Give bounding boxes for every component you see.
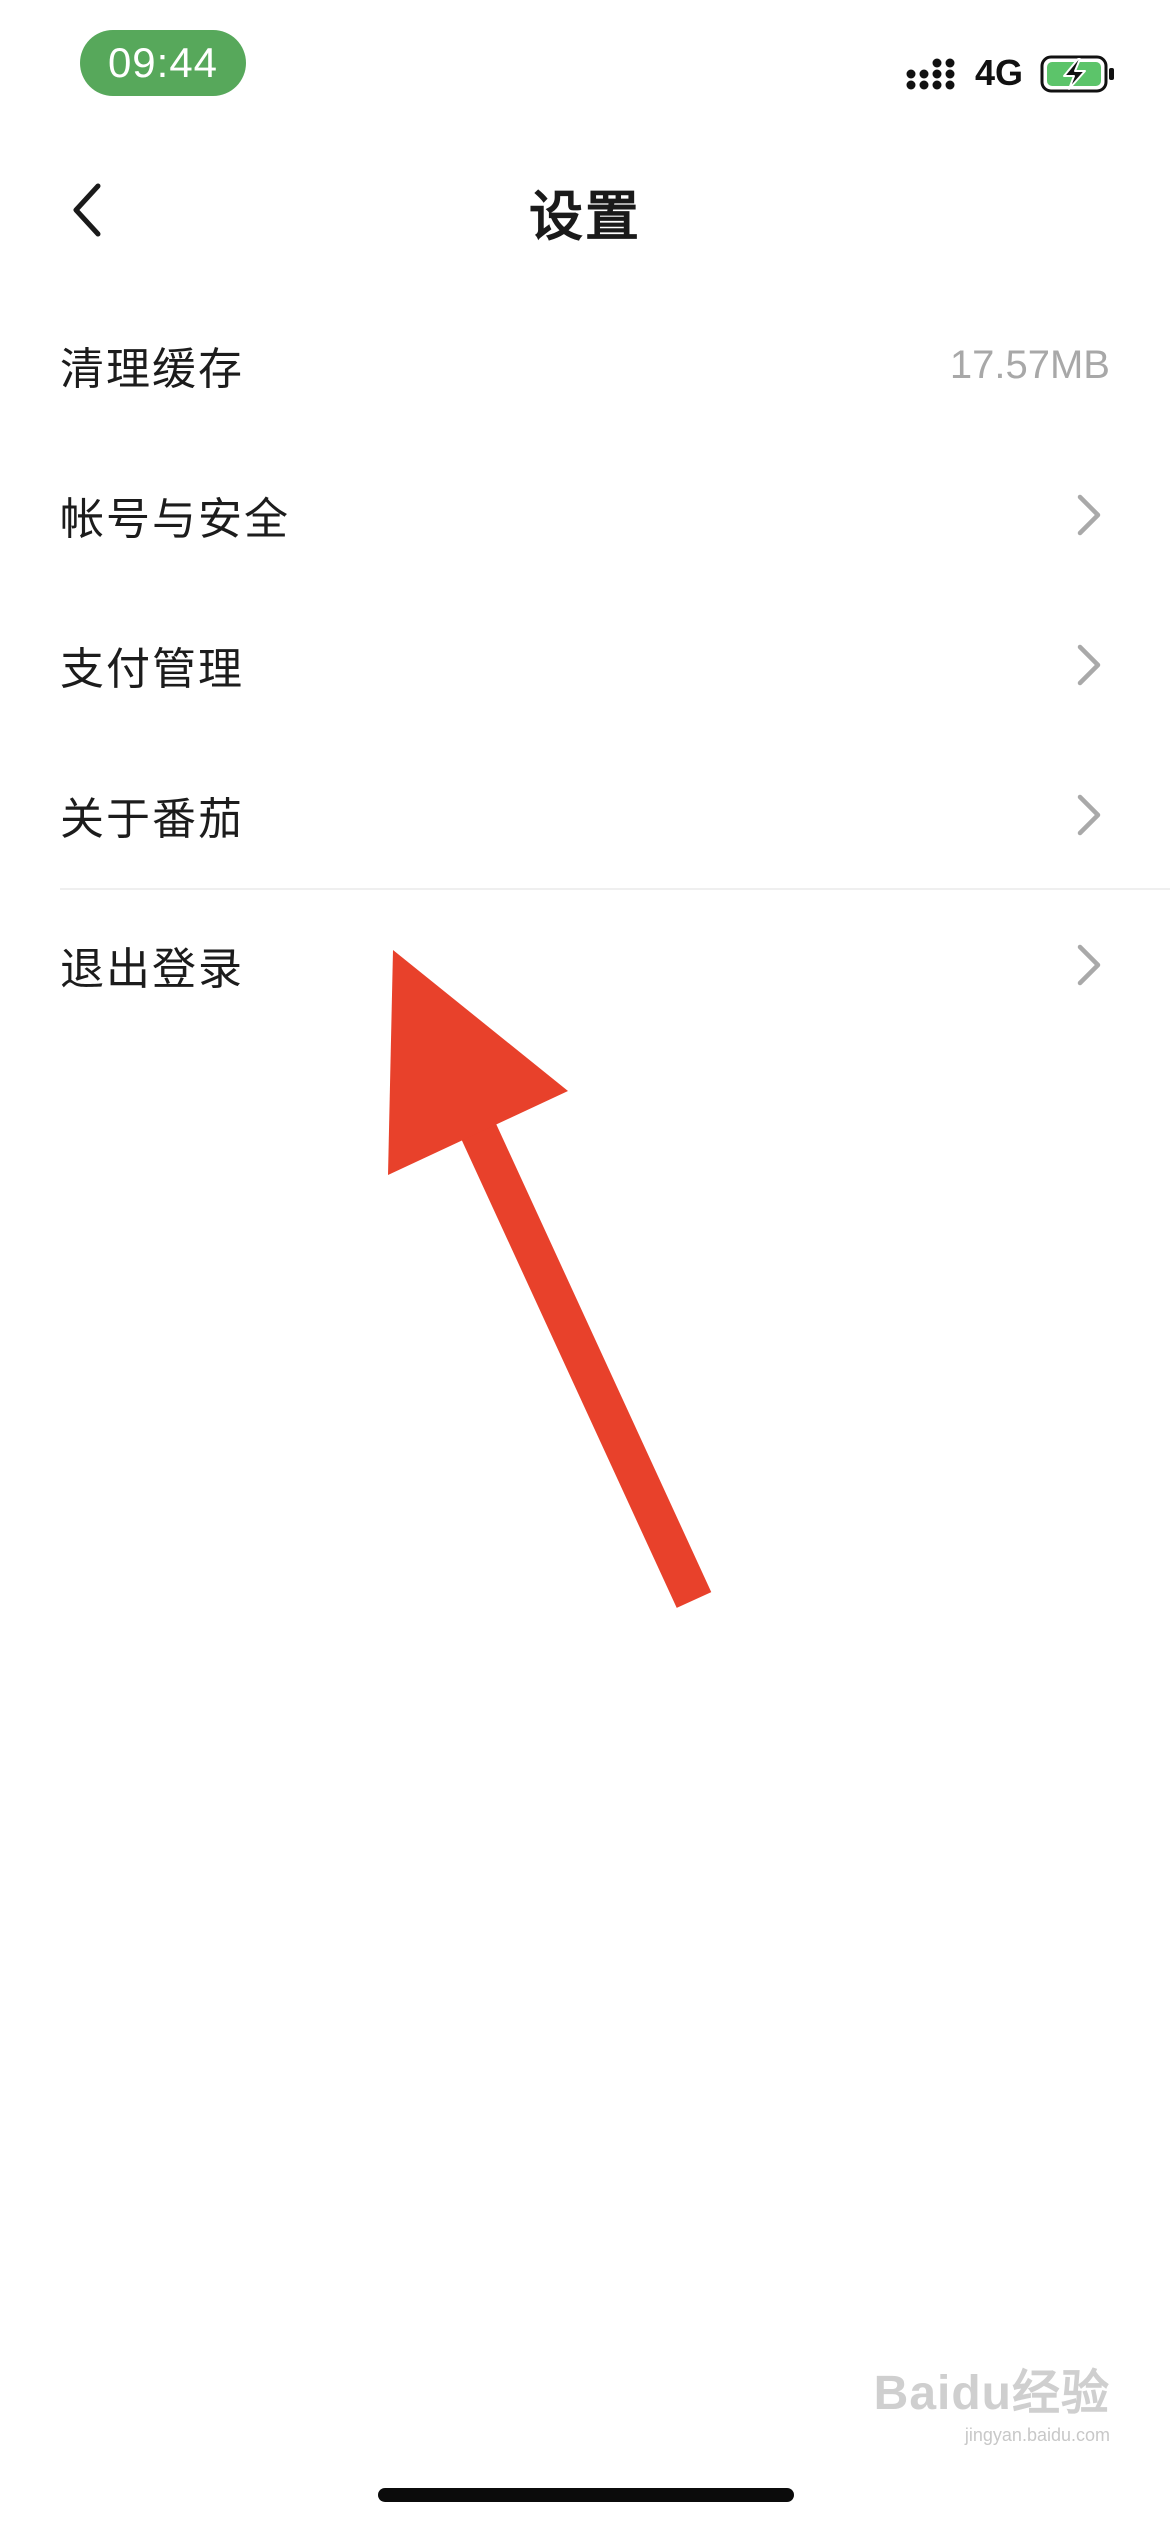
home-indicator[interactable] bbox=[378, 2488, 794, 2502]
status-bar: 09:44 4G bbox=[0, 0, 1170, 140]
settings-item-label: 关于番茄 bbox=[60, 794, 244, 845]
page-title: 设置 bbox=[529, 185, 641, 248]
cache-size-value: 17.57MB bbox=[949, 342, 1110, 387]
watermark-sub-text: jingyan.baidu.com bbox=[964, 2425, 1110, 2445]
signal-icon bbox=[906, 58, 955, 90]
settings-item-label: 清理缓存 bbox=[60, 344, 244, 395]
settings-item-account-security[interactable]: 帐号与安全 bbox=[0, 440, 1170, 590]
chevron-right-icon bbox=[1077, 494, 1101, 536]
chevron-right-icon bbox=[1077, 644, 1101, 686]
watermark-main-text: Baidu经验 bbox=[873, 2367, 1110, 2420]
status-time: 09:44 bbox=[80, 30, 246, 96]
network-type: 4G bbox=[975, 52, 1024, 93]
battery-charging-icon bbox=[1040, 55, 1114, 93]
chevron-right-icon bbox=[1077, 794, 1101, 836]
settings-item-payment[interactable]: 支付管理 bbox=[0, 590, 1170, 740]
chevron-right-icon bbox=[1077, 944, 1101, 986]
nav-bar: 设置 bbox=[0, 150, 1170, 270]
settings-item-logout[interactable]: 退出登录 bbox=[0, 890, 1170, 1040]
settings-list: 清理缓存 17.57MB 帐号与安全 支付管理 关于番茄 退出登录 bbox=[0, 290, 1170, 1040]
settings-item-label: 帐号与安全 bbox=[60, 494, 290, 545]
settings-item-label: 退出登录 bbox=[60, 944, 244, 995]
settings-item-clear-cache[interactable]: 清理缓存 17.57MB bbox=[0, 290, 1170, 440]
settings-item-label: 支付管理 bbox=[60, 644, 244, 695]
settings-item-about[interactable]: 关于番茄 bbox=[0, 740, 1170, 890]
watermark-logo: Baidu经验 jingyan.baidu.com bbox=[874, 2353, 1110, 2446]
